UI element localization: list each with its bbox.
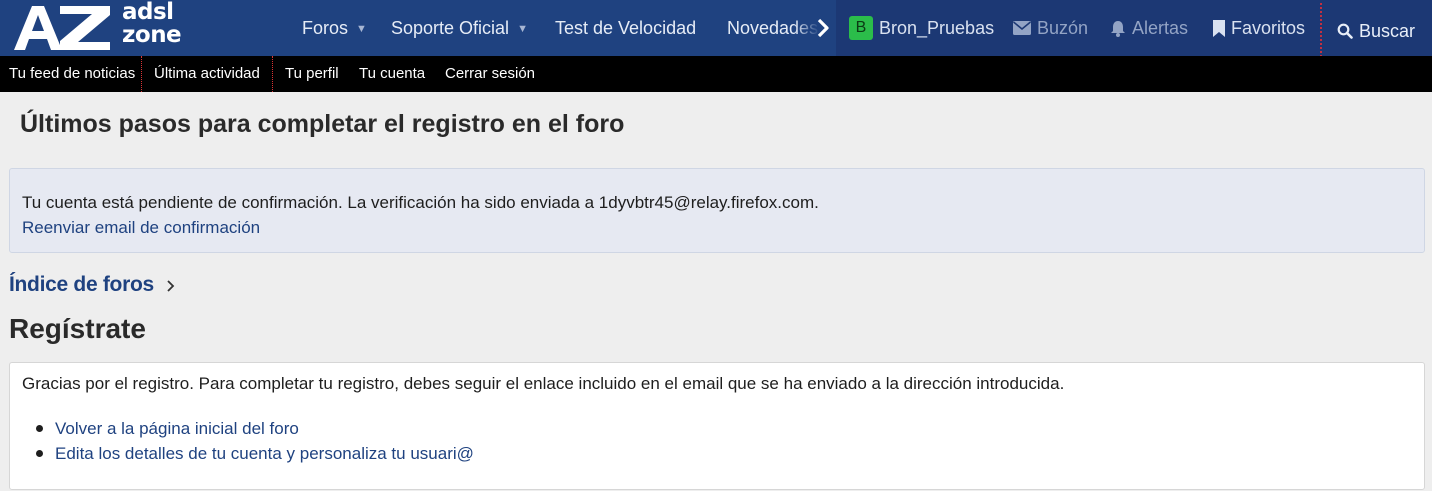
envelope-icon [1013, 21, 1031, 35]
site-header: adsl zone Foros ▼ Soporte Oficial ▼ Test… [0, 0, 1432, 61]
bullet-icon [36, 450, 43, 457]
subnav-item-feed[interactable]: Tu feed de noticias [9, 56, 135, 92]
user-menu[interactable]: B Bron_Pruebas [849, 0, 994, 56]
inbox-label: Buzón [1037, 17, 1089, 38]
chevron-right-icon [167, 280, 175, 292]
subnav-item-perfil[interactable]: Tu perfil [285, 56, 339, 92]
edit-account-link[interactable]: Edita los detalles de tu cuenta y person… [52, 444, 474, 463]
logo-wordmark: adsl zone [122, 0, 182, 48]
inbox-link[interactable]: Buzón [1013, 0, 1088, 56]
alerts-label: Alertas [1132, 17, 1189, 38]
nav-item-foros[interactable]: Foros ▼ [288, 0, 381, 56]
az-logo-icon [14, 6, 110, 50]
avatar: B [849, 16, 873, 40]
nav-scroll-right-icon[interactable] [812, 0, 834, 56]
main-nav: Foros ▼ Soporte Oficial ▼ Test de Veloci… [288, 0, 836, 56]
section-title: Regístrate [9, 313, 146, 344]
search-label: Buscar [1358, 20, 1416, 41]
site-logo[interactable]: adsl zone [10, 0, 195, 54]
bell-icon [1111, 20, 1125, 37]
nav-item-soporte-oficial[interactable]: Soporte Oficial ▼ [377, 0, 542, 56]
confirmation-notice: Tu cuenta está pendiente de confirmación… [9, 168, 1425, 253]
breadcrumb-forum-index[interactable]: Índice de foros [9, 273, 154, 297]
nav-item-label: Soporte Oficial [391, 18, 510, 38]
list-item: Edita los detalles de tu cuenta y person… [36, 441, 474, 466]
subnav-item-cuenta[interactable]: Tu cuenta [359, 56, 425, 92]
nav-item-label: Test de Velocidad [555, 18, 697, 38]
alerts-link[interactable]: Alertas [1110, 0, 1188, 56]
panel-text: Gracias por el registro. Para completar … [22, 374, 1065, 393]
registration-panel: Gracias por el registro. Para completar … [9, 362, 1425, 490]
subnav-item-ultima-actividad[interactable]: Última actividad [141, 56, 273, 92]
username: Bron_Pruebas [879, 17, 995, 38]
subnav-item-cerrar-sesion[interactable]: Cerrar sesión [445, 56, 535, 92]
panel-links: Volver a la página inicial del foro Edit… [36, 416, 474, 466]
nav-item-test-de-velocidad[interactable]: Test de Velocidad [541, 0, 710, 56]
resend-confirmation-link[interactable]: Reenviar email de confirmación [22, 218, 260, 238]
sub-nav: Tu feed de noticias Última actividad Tu … [0, 56, 1432, 92]
page-title: Últimos pasos para completar el registro… [20, 110, 625, 138]
search-button[interactable]: Buscar [1320, 3, 1430, 61]
home-link[interactable]: Volver a la página inicial del foro [52, 419, 299, 438]
bookmarks-link[interactable]: Favoritos [1213, 0, 1305, 56]
notice-text: Tu cuenta está pendiente de confirmación… [22, 193, 819, 212]
nav-item-label: Foros [302, 18, 349, 38]
search-icon [1337, 23, 1353, 39]
list-item: Volver a la página inicial del foro [36, 416, 474, 441]
bookmark-icon [1213, 19, 1225, 37]
breadcrumb: Índice de foros [9, 273, 175, 297]
bookmarks-label: Favoritos [1231, 17, 1306, 38]
bullet-icon [36, 425, 43, 432]
chevron-down-icon[interactable]: ▼ [517, 0, 528, 56]
chevron-down-icon[interactable]: ▼ [356, 0, 367, 56]
